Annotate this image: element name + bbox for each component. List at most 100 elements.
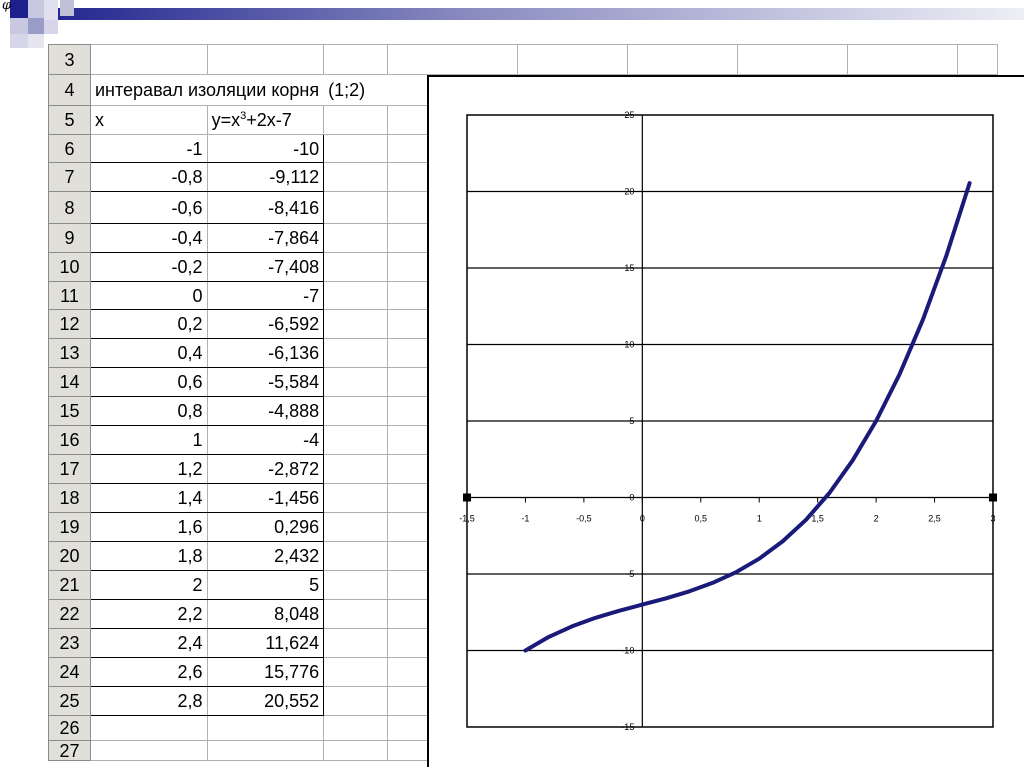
row-header[interactable]: 4: [48, 74, 91, 106]
row-header[interactable]: 23: [48, 628, 91, 658]
cell[interactable]: [323, 223, 389, 253]
cell[interactable]: [737, 44, 849, 75]
row-header[interactable]: 16: [48, 425, 91, 455]
x-value-cell[interactable]: 1,6: [90, 512, 208, 542]
row-header[interactable]: 7: [48, 162, 91, 192]
row-header[interactable]: 5: [48, 105, 91, 135]
cell[interactable]: [517, 44, 629, 75]
row-header[interactable]: 17: [48, 454, 91, 484]
x-value-cell[interactable]: 2: [90, 570, 208, 600]
cell[interactable]: [323, 191, 389, 224]
y-value-cell[interactable]: -9,112: [206, 162, 325, 192]
y-value-cell[interactable]: -4,888: [206, 396, 325, 426]
y-value-cell[interactable]: -1,456: [206, 483, 325, 513]
row-header[interactable]: 10: [48, 252, 91, 282]
cell[interactable]: [387, 44, 519, 75]
row-header[interactable]: 15: [48, 396, 91, 426]
y-value-cell[interactable]: -4: [206, 425, 325, 455]
line-chart[interactable]: -1,5 -1 -0,5 0 0,5 1 1,5 2 2,5 3 -15 -10 -5 0 5 10 15 20 2…: [429, 77, 1024, 769]
row-header[interactable]: 8: [48, 191, 91, 224]
cell[interactable]: [323, 44, 389, 75]
row-header[interactable]: 27: [48, 740, 91, 761]
y-value-cell[interactable]: 5: [206, 570, 325, 600]
x-value-cell[interactable]: 0,2: [90, 309, 208, 339]
cell[interactable]: [323, 281, 389, 310]
row-header[interactable]: 22: [48, 599, 91, 629]
y-formula-header-cell[interactable]: y=x3+2x-7: [206, 105, 325, 135]
row-header[interactable]: 6: [48, 134, 91, 163]
x-value-cell[interactable]: 2,8: [90, 686, 208, 716]
cell[interactable]: [323, 541, 389, 571]
y-value-cell[interactable]: -5,584: [206, 367, 325, 397]
cell[interactable]: [957, 44, 999, 75]
row-header[interactable]: 19: [48, 512, 91, 542]
cell[interactable]: [847, 44, 959, 75]
row-header[interactable]: 25: [48, 686, 91, 716]
x-value-cell[interactable]: 1,4: [90, 483, 208, 513]
cell[interactable]: [323, 425, 389, 455]
row-header[interactable]: 9: [48, 223, 91, 253]
isolation-label-cell[interactable]: интеравал изоляции корня: [89, 74, 324, 106]
cell[interactable]: [323, 599, 389, 629]
y-value-cell[interactable]: -8,416: [206, 191, 325, 224]
x-value-cell[interactable]: 1,8: [90, 541, 208, 571]
chart-object[interactable]: -1,5 -1 -0,5 0 0,5 1 1,5 2 2,5 3 -15 -10 -5 0 5 10 15 20 2…: [427, 75, 1024, 767]
row-header[interactable]: 26: [48, 715, 91, 741]
cell[interactable]: [323, 105, 389, 135]
x-value-cell[interactable]: 2,4: [90, 628, 208, 658]
x-value-cell[interactable]: -0,6: [90, 191, 208, 224]
cell[interactable]: [323, 162, 389, 192]
cell[interactable]: [323, 396, 389, 426]
x-value-cell[interactable]: 1,2: [90, 454, 208, 484]
row-header[interactable]: 24: [48, 657, 91, 687]
cell[interactable]: [323, 454, 389, 484]
cell[interactable]: [323, 740, 389, 761]
row-header[interactable]: 3: [48, 44, 91, 75]
cell[interactable]: [323, 686, 389, 716]
x-value-cell[interactable]: -1: [90, 134, 208, 163]
cell[interactable]: [323, 570, 389, 600]
y-value-cell[interactable]: -7,864: [206, 223, 325, 253]
cell[interactable]: [627, 44, 739, 75]
x-value-cell[interactable]: 0,6: [90, 367, 208, 397]
y-value-cell[interactable]: 11,624: [206, 628, 325, 658]
y-value-cell[interactable]: -7,408: [206, 252, 325, 282]
cell[interactable]: [206, 715, 325, 741]
y-value-cell[interactable]: -6,592: [206, 309, 325, 339]
row-header[interactable]: 13: [48, 338, 91, 368]
y-value-cell[interactable]: 0,296: [206, 512, 325, 542]
x-value-cell[interactable]: -0,8: [90, 162, 208, 192]
x-value-cell[interactable]: 2,2: [90, 599, 208, 629]
cell[interactable]: [323, 657, 389, 687]
cell[interactable]: [323, 512, 389, 542]
row-header[interactable]: 14: [48, 367, 91, 397]
y-value-cell[interactable]: 8,048: [206, 599, 325, 629]
cell[interactable]: [323, 309, 389, 339]
y-value-cell[interactable]: -6,136: [206, 338, 325, 368]
cell[interactable]: [323, 134, 389, 163]
y-value-cell[interactable]: -7: [206, 281, 325, 310]
cell[interactable]: [90, 44, 208, 75]
y-value-cell[interactable]: -2,872: [206, 454, 325, 484]
x-header-cell[interactable]: x: [90, 105, 208, 135]
row-header[interactable]: 21: [48, 570, 91, 600]
row-header[interactable]: 18: [48, 483, 91, 513]
x-value-cell[interactable]: 0,4: [90, 338, 208, 368]
row-header[interactable]: 11: [48, 281, 91, 310]
x-value-cell[interactable]: -0,2: [90, 252, 208, 282]
cell[interactable]: [323, 367, 389, 397]
cell[interactable]: [323, 338, 389, 368]
x-value-cell[interactable]: 0,8: [90, 396, 208, 426]
y-value-cell[interactable]: 15,776: [206, 657, 325, 687]
y-value-cell[interactable]: 2,432: [206, 541, 325, 571]
x-value-cell[interactable]: 1: [90, 425, 208, 455]
cell[interactable]: [90, 740, 208, 761]
x-value-cell[interactable]: 2,6: [90, 657, 208, 687]
x-value-cell[interactable]: -0,4: [90, 223, 208, 253]
cell[interactable]: [206, 44, 325, 75]
y-value-cell[interactable]: -10: [206, 134, 325, 163]
cell[interactable]: [90, 715, 208, 741]
cell[interactable]: [323, 483, 389, 513]
x-value-cell[interactable]: 0: [90, 281, 208, 310]
cell[interactable]: [323, 628, 389, 658]
